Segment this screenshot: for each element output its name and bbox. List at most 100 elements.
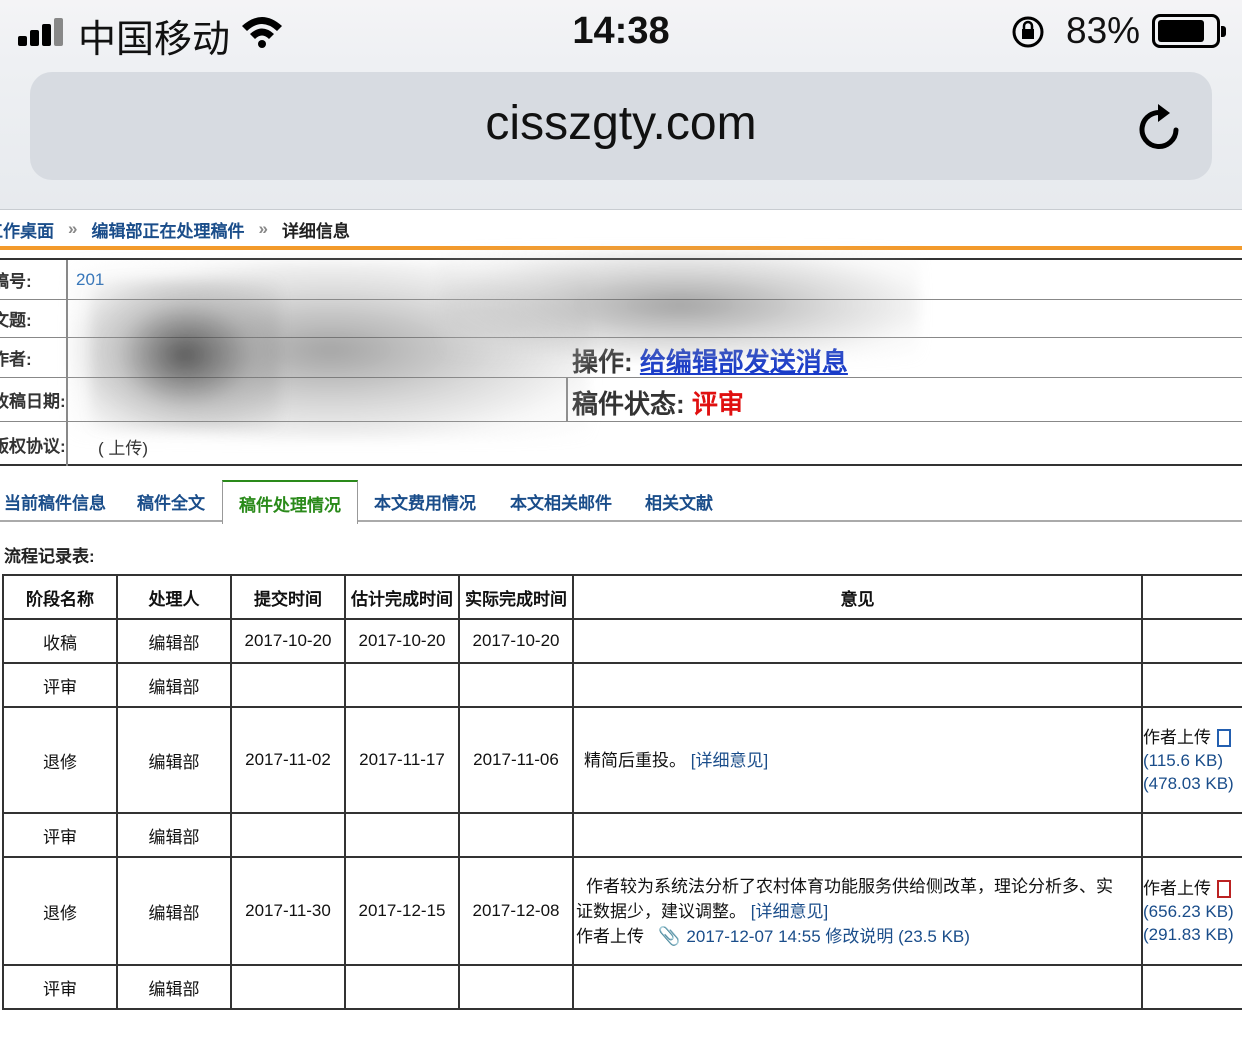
cell-opinion: [572, 812, 1143, 858]
info-row-copyright: 版权协议: ( 上传): [0, 422, 1242, 466]
col-actual-time: 实际完成时间: [458, 574, 574, 620]
cell-handler: 编辑部: [116, 662, 232, 708]
tab-bar: 当前稿件信息 稿件全文 稿件处理情况 本文费用情况 本文相关邮件 相关文献: [0, 480, 1242, 524]
tab-full-text[interactable]: 稿件全文: [128, 480, 214, 522]
cell-handler: 编辑部: [116, 964, 232, 1010]
label-received-date: 收稿日期:: [0, 378, 68, 421]
upload-copyright-link[interactable]: ( 上传): [98, 434, 148, 459]
cell-est: 2017-10-20: [344, 618, 460, 664]
label-author: 作者:: [0, 338, 68, 377]
operation-label: 操作:: [572, 347, 640, 377]
detail-opinion-link[interactable]: [详细意见]: [751, 902, 828, 921]
cell-stage: 退修: [2, 706, 118, 814]
attachment-size[interactable]: (656.23 KB): [1144, 902, 1234, 921]
detail-opinion-link[interactable]: [详细意见]: [691, 751, 768, 770]
col-submit-time: 提交时间: [230, 574, 346, 620]
cell-actual: [458, 964, 574, 1010]
cell-divider: [566, 378, 568, 422]
cell-actual: [458, 812, 574, 858]
cell-attachments: [1141, 618, 1242, 664]
status-value: 评审: [691, 389, 744, 419]
cell-attachments: 作者上传 (656.23 KB) (291.83 KB): [1141, 856, 1242, 966]
breadcrumb: 工作桌面 » 编辑部正在处理稿件 » 详细信息: [0, 212, 1242, 246]
attachment-size[interactable]: (115.6 KB): [1144, 751, 1223, 770]
status-bar: 中国移动 14:38 83%: [0, 0, 1242, 64]
breadcrumb-separator: »: [68, 219, 78, 238]
table-row: 退修 编辑部 2017-11-02 2017-11-17 2017-11-06 …: [2, 706, 1242, 814]
cell-stage: 评审: [2, 812, 118, 858]
cell-est: 2017-12-15: [344, 856, 460, 966]
table-row: 退修 编辑部 2017-11-30 2017-12-15 2017-12-08 …: [2, 856, 1242, 966]
col-handler: 处理人: [116, 574, 232, 620]
breadcrumb-processing[interactable]: 编辑部正在处理稿件: [91, 217, 244, 242]
cell-attachments: [1141, 662, 1242, 708]
cell-submit: [230, 964, 346, 1010]
word-file-icon[interactable]: [1217, 729, 1231, 748]
col-attachments: [1141, 574, 1242, 620]
tab-processing[interactable]: 稿件处理情况: [222, 480, 358, 524]
table-row: 收稿 编辑部 2017-10-20 2017-10-20 2017-10-20: [2, 618, 1242, 664]
operation: 操作: 给编辑部发送消息: [572, 342, 848, 379]
manuscript-status: 稿件状态: 评审: [572, 384, 744, 421]
cell-opinion: [572, 964, 1143, 1010]
cell-actual: [458, 662, 574, 708]
table-row: 评审 编辑部: [2, 812, 1242, 858]
col-stage: 阶段名称: [2, 574, 118, 620]
cell-submit: 2017-11-02: [230, 706, 346, 814]
attachment-size[interactable]: (291.83 KB): [1144, 925, 1234, 944]
table-row: 评审 编辑部: [2, 964, 1242, 1010]
cell-est: [344, 964, 460, 1010]
attachment-label: 作者上传: [1143, 878, 1211, 898]
clock: 14:38: [572, 10, 670, 52]
tab-references[interactable]: 相关文献: [638, 480, 720, 522]
cell-actual: 2017-12-08: [458, 856, 574, 966]
info-row-number: 稿号: 201: [0, 260, 1242, 300]
cell-opinion: 精简后重投。 [详细意见]: [572, 706, 1143, 814]
attachment-label: 作者上传: [1143, 727, 1211, 747]
table-header-row: 阶段名称 处理人 提交时间 估计完成时间 实际完成时间 意见: [2, 574, 1242, 620]
cell-attachments: [1141, 812, 1242, 858]
send-message-link[interactable]: 给编辑部发送消息: [640, 347, 848, 377]
table-row: 评审 编辑部: [2, 662, 1242, 708]
cell-submit: 2017-10-20: [230, 618, 346, 664]
info-row-title: 文题:: [0, 300, 1242, 338]
manuscript-info: 稿号: 201 文题: 作者: 操作: 给编辑部发送消息 收稿日期: 稿件状态:…: [0, 250, 1242, 466]
breadcrumb-current: 详细信息: [281, 221, 350, 241]
cell-handler: 编辑部: [116, 706, 232, 814]
battery-percent: 83%: [1066, 10, 1141, 51]
battery-icon: [1152, 14, 1226, 48]
cell-actual: 2017-11-06: [458, 706, 574, 814]
tab-emails[interactable]: 本文相关邮件: [500, 480, 622, 522]
attachment-size[interactable]: (478.03 KB): [1144, 774, 1234, 793]
cell-opinion: [572, 662, 1143, 708]
breadcrumb-workdesk[interactable]: 工作桌面: [0, 217, 54, 242]
manuscript-no: 201: [76, 270, 105, 289]
label-copyright: 版权协议:: [0, 422, 68, 466]
cell-stage: 评审: [2, 964, 118, 1010]
pdf-file-icon[interactable]: [1217, 880, 1231, 899]
tab-current-info[interactable]: 当前稿件信息: [0, 480, 110, 522]
paperclip-icon: 📎: [658, 925, 681, 946]
address-bar[interactable]: cisszgty.com: [30, 72, 1212, 180]
cell-actual: 2017-10-20: [458, 618, 574, 664]
opinion-text: 精简后重投。: [584, 750, 686, 770]
tab-fees[interactable]: 本文费用情况: [366, 480, 484, 522]
revision-note-link[interactable]: 2017-12-07 14:55 修改说明 (23.5 KB): [686, 927, 969, 946]
cell-handler: 编辑部: [116, 812, 232, 858]
col-opinion: 意见: [572, 574, 1143, 620]
cell-est: [344, 812, 460, 858]
opinion-text: 证数据少，建议调整。: [576, 901, 746, 921]
cell-submit: 2017-11-30: [230, 856, 346, 966]
cell-stage: 退修: [2, 856, 118, 966]
cell-attachments: [1141, 964, 1242, 1010]
status-label: 稿件状态:: [572, 389, 692, 419]
label-manuscript-no: 稿号:: [0, 260, 68, 299]
cell-attachments: 作者上传 (115.6 KB) (478.03 KB): [1141, 706, 1242, 814]
cell-submit: [230, 662, 346, 708]
upload-label: 作者上传: [576, 926, 644, 946]
rotation-lock-icon: [1012, 16, 1044, 48]
label-title: 文题:: [0, 300, 68, 337]
cell-opinion: [572, 618, 1143, 664]
cell-handler: 编辑部: [116, 856, 232, 966]
reload-icon[interactable]: [1136, 100, 1186, 154]
